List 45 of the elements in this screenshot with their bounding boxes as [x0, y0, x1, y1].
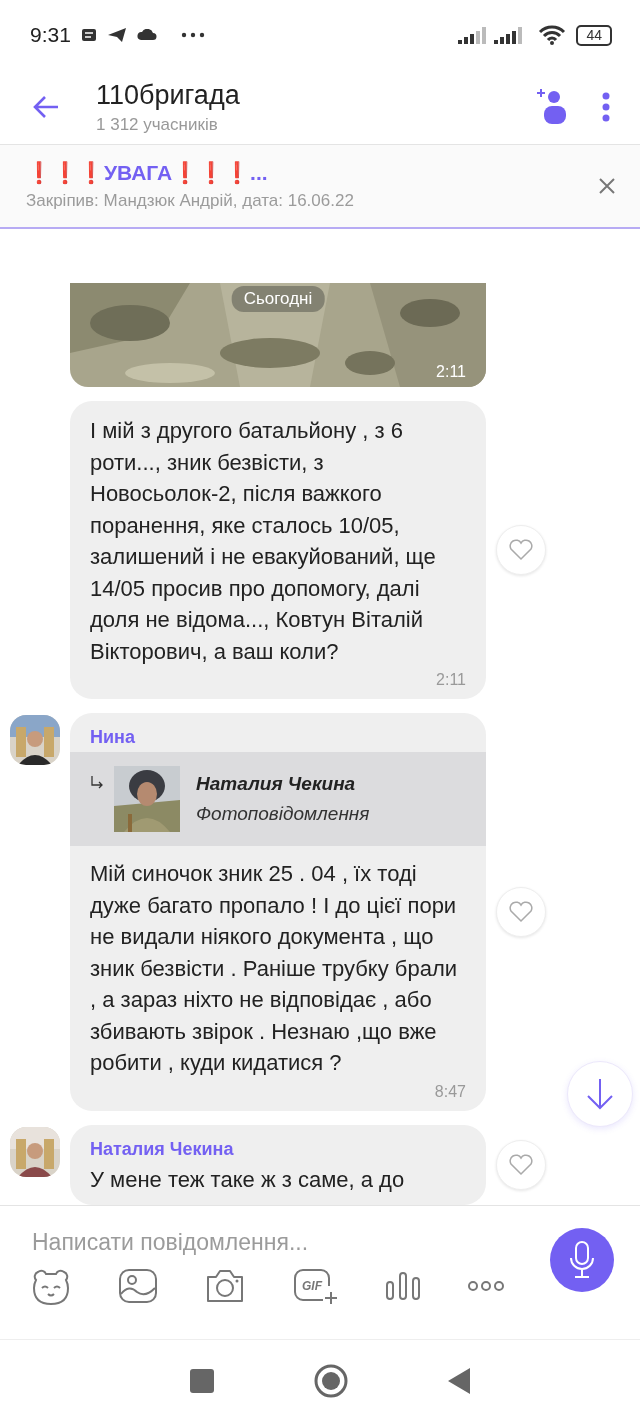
- message-time: 8:47: [433, 1082, 466, 1101]
- heart-icon: [508, 1153, 534, 1176]
- message-input[interactable]: Написати повідомлення...: [30, 1227, 550, 1257]
- sender-name: Наталия Чекина: [90, 1138, 235, 1160]
- battery-indicator: 44: [576, 24, 612, 46]
- more-icon[interactable]: [466, 1280, 505, 1292]
- back-arrow-icon[interactable]: [32, 95, 60, 119]
- member-count: 1 312 учасників: [96, 114, 219, 135]
- close-icon[interactable]: [598, 177, 616, 195]
- back-button[interactable]: [446, 1367, 471, 1395]
- message-bubble[interactable]: [70, 713, 486, 1111]
- microphone-icon: [567, 1240, 597, 1280]
- status-time: 9:31: [30, 23, 71, 47]
- message-time: 2:11: [435, 671, 466, 689]
- cloud-icon: [136, 29, 159, 41]
- chat-title: 110бригада: [96, 79, 241, 111]
- paper-plane-icon: [106, 27, 127, 43]
- reply-quote[interactable]: Наталия Чекина Фотоповідомлення: [70, 752, 486, 846]
- gif-button[interactable]: GIF: [292, 1268, 339, 1304]
- recent-apps-button[interactable]: [189, 1368, 216, 1394]
- arrow-down-icon: [585, 1077, 615, 1111]
- add-member-icon[interactable]: [536, 88, 566, 126]
- reply-text: Фотоповідомлення: [196, 803, 370, 825]
- message-time: 2:11: [436, 363, 466, 381]
- message-text: У мене теж таке ж з саме, а до: [90, 1165, 406, 1194]
- reply-author: Наталия Чекина: [196, 773, 357, 795]
- more-options-icon[interactable]: [602, 92, 610, 122]
- wifi-icon: [538, 24, 567, 46]
- message-bubble[interactable]: Наталия Чекина У мене теж таке ж з саме, а до: [70, 1124, 486, 1205]
- sender-name: Нина: [90, 727, 136, 748]
- message-text: І мій з другого батальйону , з 6 роти..., зник безвісти, з Новосьолок-2, після важкого поранення, яке сталось 10/05, залишений і не евакуйований, ще 14/05 просив про допомогу, далі доля не відома..., Ковтун Віталій Вікторович, а ваш коли?: [90, 417, 437, 666]
- more-notifications-icon: [180, 32, 205, 38]
- message-notification-icon: [80, 28, 97, 42]
- heart-icon: [508, 900, 534, 923]
- home-button[interactable]: [314, 1364, 348, 1398]
- message-text: Мій синочок зник 25 . 04 , їх тоді дуже багато пропало ! І до цієї пори не видали ніякого документа , що зник безвісти . Раніше трубку брали , а зараз ніхто не відповідає , або збивають звірок . Незнаю ,що вже робити , куди кидатися ?: [90, 860, 459, 1077]
- audio-bars-icon[interactable]: [384, 1271, 421, 1301]
- pinned-message-bar[interactable]: ❗❗❗УВАГА❗❗❗... Закріпив: Мандзюк Андрій, дата: 16.06.22: [0, 145, 640, 229]
- gallery-icon[interactable]: [118, 1268, 159, 1304]
- date-chip: Сьогодні: [231, 286, 325, 312]
- pinned-info: Закріпив: Мандзюк Андрій, дата: 16.06.22: [26, 191, 355, 211]
- reply-arrow-icon: [90, 776, 104, 790]
- heart-icon: [508, 539, 534, 561]
- pinned-title: ❗❗❗УВАГА❗❗❗...: [26, 161, 269, 185]
- scroll-down-button[interactable]: [567, 1061, 633, 1127]
